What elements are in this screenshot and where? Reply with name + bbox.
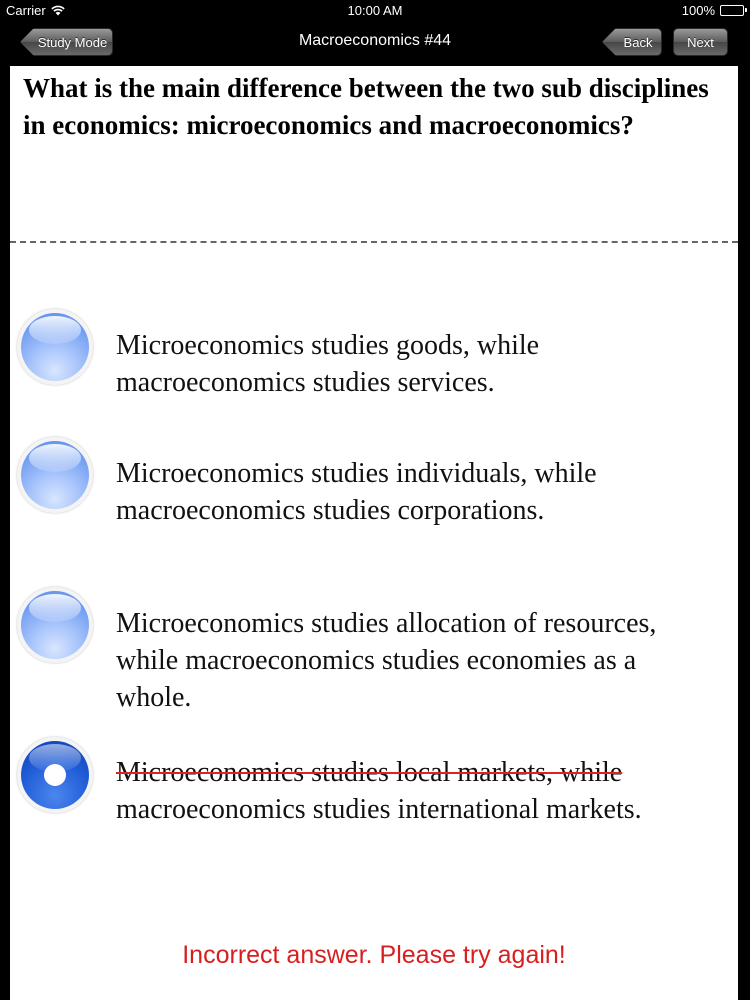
answer-option-text: Microeconomics studies local markets, wh… bbox=[116, 757, 642, 825]
radio-button-4-selected[interactable] bbox=[17, 737, 93, 813]
battery-percent: 100% bbox=[681, 3, 715, 18]
answer-option-text: Microeconomics studies allocation of res… bbox=[116, 608, 657, 713]
question-card: What is the main difference between the … bbox=[10, 66, 738, 1000]
nav-bar: Study Mode Macroeconomics #44 Back Next bbox=[0, 22, 750, 64]
divider bbox=[10, 241, 738, 243]
answer-option-text: Microeconomics studies goods, while macr… bbox=[116, 330, 540, 398]
answer-option-text: Microeconomics studies individuals, whil… bbox=[116, 458, 597, 526]
status-time: 10:00 AM bbox=[347, 3, 403, 18]
selected-dot-icon bbox=[44, 764, 66, 786]
radio-button-3[interactable] bbox=[17, 587, 93, 663]
struck-answer-text: Microeconomics studies local markets, wh… bbox=[116, 757, 623, 788]
status-bar: Carrier 10:00 AM 100% bbox=[0, 0, 750, 22]
radio-button-1[interactable] bbox=[17, 309, 93, 385]
feedback-message: Incorrect answer. Please try again! bbox=[182, 941, 566, 969]
radio-button-2[interactable] bbox=[17, 437, 93, 513]
next-button[interactable]: Next bbox=[673, 28, 728, 56]
status-right: 100% bbox=[681, 3, 747, 18]
battery-icon bbox=[720, 5, 747, 16]
question-text: What is the main difference between the … bbox=[23, 73, 709, 140]
